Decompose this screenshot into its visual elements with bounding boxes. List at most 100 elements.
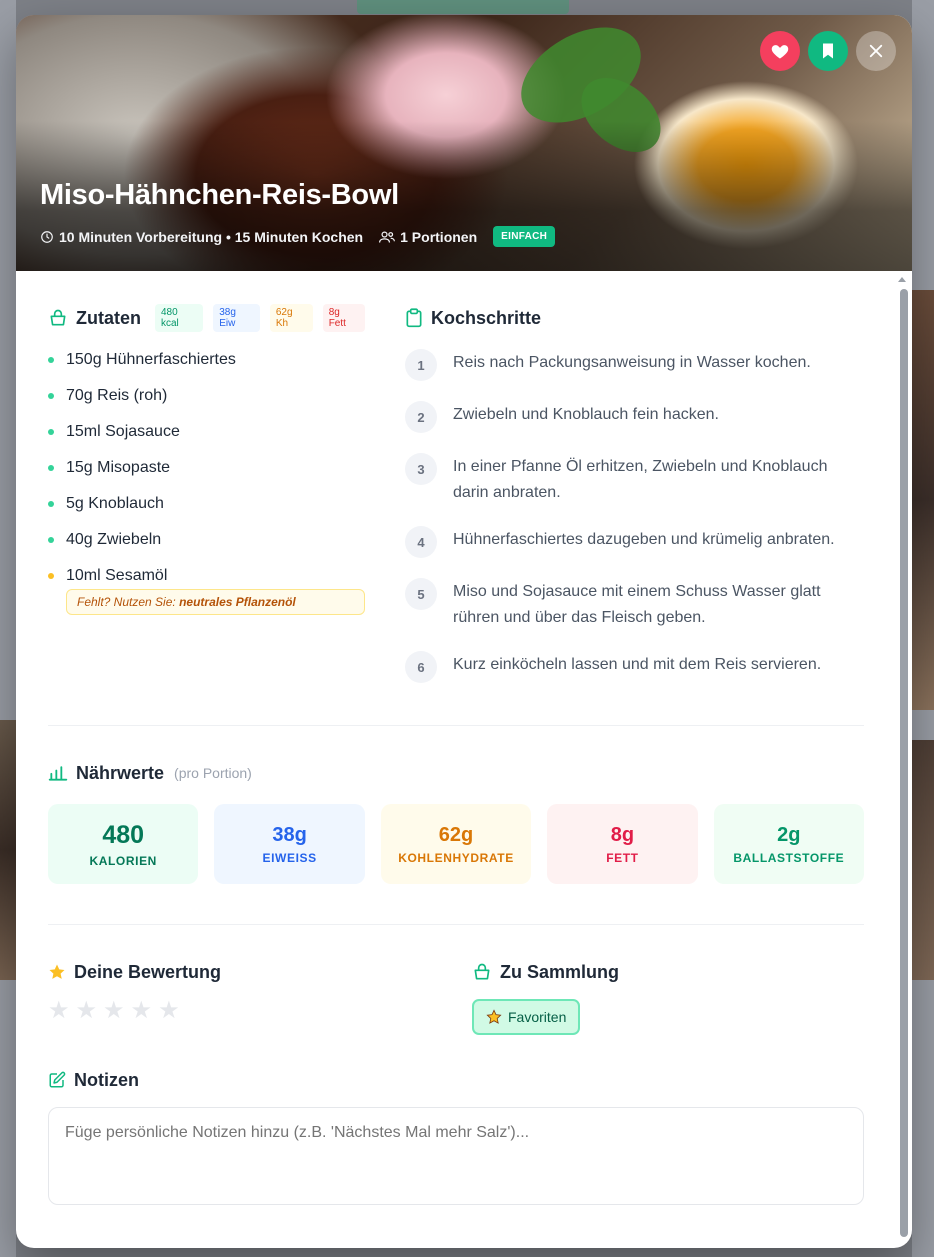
step-item: 2 Zwiebeln und Knoblauch fein hacken.: [405, 401, 864, 433]
ingredient-item: 15ml Sojasauce: [48, 421, 365, 457]
bullet-dot: [48, 501, 54, 507]
step-text: Zwiebeln und Knoblauch fein hacken.: [453, 406, 719, 423]
notes-section: Notizen: [48, 1035, 864, 1210]
bullet-dot: [48, 465, 54, 471]
step-text: Hühnerfaschiertes dazugeben und krümelig…: [453, 531, 835, 548]
time-text: 10 Minuten Vorbereitung • 15 Minuten Koc…: [59, 228, 364, 245]
nutrition-grid: 480 KALORIEN 38g EIWEISS 62g KOHLENHYDRA…: [48, 804, 865, 884]
step-text: Reis nach Packungsanweisung in Wasser ko…: [453, 354, 811, 371]
step-item: 1 Reis nach Packungsanweisung in Wasser …: [405, 349, 864, 381]
rating-star-1[interactable]: ★: [48, 999, 70, 1023]
edit-icon: [48, 1071, 66, 1089]
ingredient-text: 10ml Sesamöl: [66, 567, 168, 584]
calories-card: 480 KALORIEN: [48, 804, 199, 884]
scroll-up-arrow[interactable]: [898, 277, 906, 282]
rating-star-3[interactable]: ★: [103, 999, 125, 1023]
protein-chip: 38g Eiw: [213, 304, 260, 332]
step-number: 1: [405, 349, 437, 381]
protein-value: 38g: [272, 823, 307, 846]
protein-card: 38g EIWEISS: [214, 804, 365, 884]
ingredient-item-missing: 10ml Sesamöl: [48, 565, 365, 601]
ingredient-text: 70g Reis (roh): [66, 387, 168, 404]
favorites-collection-button[interactable]: Favoriten: [472, 999, 581, 1035]
time-info: 10 Minuten Vorbereitung • 15 Minuten Koc…: [40, 229, 363, 245]
ingredients-section: Zutaten 480 kcal 38g Eiw 62g Kh 8g Fett …: [48, 304, 365, 703]
step-text: In einer Pfanne Öl erhitzen, Zwiebeln un…: [453, 458, 828, 501]
calories-value: 480: [102, 820, 145, 849]
rating-star-4[interactable]: ★: [131, 999, 153, 1023]
protein-label: EIWEISS: [262, 850, 317, 865]
fiber-label: BALLASTSTOFFE: [733, 850, 845, 865]
step-number: 5: [405, 578, 437, 610]
fat-label: FETT: [606, 850, 639, 865]
step-item: 5 Miso und Sojasauce mit einem Schuss Wa…: [405, 578, 864, 631]
bookmark-button[interactable]: [808, 31, 848, 71]
ingredients-title: Zutaten: [76, 307, 141, 328]
clock-icon: [40, 230, 54, 244]
close-icon: [867, 42, 885, 60]
calories-label: KALORIEN: [89, 853, 157, 868]
ingredient-text: 5g Knoblauch: [66, 495, 164, 512]
step-item: 3 In einer Pfanne Öl erhitzen, Zwiebeln …: [405, 453, 864, 506]
favorite-button[interactable]: [760, 31, 800, 71]
bullet-dot: [48, 357, 54, 363]
step-number: 3: [405, 453, 437, 485]
heart-icon: [770, 41, 790, 61]
step-number: 4: [405, 526, 437, 558]
carbs-value: 62g: [438, 823, 474, 846]
close-button[interactable]: [856, 31, 896, 71]
ingredient-list: 150g Hühnerfaschiertes 70g Reis (roh) 15…: [48, 349, 365, 601]
ingredient-text: 15ml Sojasauce: [66, 423, 180, 440]
clipboard-icon: [405, 308, 423, 328]
users-icon: [379, 230, 396, 244]
collection-section: Zu Sammlung Favoriten: [472, 961, 619, 1035]
star-icon: [48, 963, 66, 981]
recipe-modal: Miso-Hähnchen-Reis-Bowl 10 Minuten Vorbe…: [16, 15, 912, 1248]
steps-title: Kochschritte: [431, 307, 542, 328]
bookmark-icon: [818, 41, 838, 61]
star-rating: ★ ★ ★ ★ ★: [48, 999, 472, 1023]
step-number: 6: [405, 651, 437, 683]
portions-info: 1 Portionen: [379, 229, 477, 245]
warning-dot: [48, 573, 54, 579]
fat-value: 8g: [610, 823, 635, 846]
step-list: 1 Reis nach Packungsanweisung in Wasser …: [405, 349, 864, 683]
step-item: 6 Kurz einköcheln lassen und mit dem Rei…: [405, 651, 864, 683]
bullet-dot: [48, 429, 54, 435]
background-image-right: [912, 290, 934, 710]
difficulty-badge: EINFACH: [493, 226, 556, 247]
notes-title: Notizen: [74, 1069, 139, 1090]
bar-chart-icon: [48, 763, 68, 783]
rating-star-2[interactable]: ★: [76, 999, 98, 1023]
scrollbar-thumb[interactable]: [900, 289, 908, 1237]
basket-icon: [48, 308, 68, 328]
ingredient-item: 15g Misopaste: [48, 457, 365, 493]
rating-star-5[interactable]: ★: [158, 999, 180, 1023]
hero-actions: [760, 31, 896, 71]
portions-text: 1 Portionen: [400, 228, 478, 245]
rating-section: Deine Bewertung ★ ★ ★ ★ ★: [48, 961, 472, 1035]
collection-title: Zu Sammlung: [500, 961, 620, 982]
background-image-left: [0, 720, 16, 980]
basket-icon: [472, 962, 492, 982]
fat-chip: 8g Fett: [322, 304, 365, 332]
background-image-right-lower: [912, 740, 934, 980]
fiber-value: 2g: [777, 823, 801, 846]
notes-textarea[interactable]: [48, 1107, 864, 1205]
ingredient-text: 15g Misopaste: [66, 459, 171, 476]
carbs-chip: 62g Kh: [269, 304, 313, 332]
kcal-chip: 480 kcal: [155, 304, 204, 332]
ingredient-text: 150g Hühnerfaschiertes: [66, 351, 236, 368]
fat-card: 8g FETT: [547, 804, 698, 884]
ingredient-item: 40g Zwiebeln: [48, 529, 365, 565]
carbs-card: 62g KOHLENHYDRATE: [380, 804, 532, 884]
carbs-label: KOHLENHYDRATE: [398, 850, 514, 865]
step-text: Miso und Sojasauce mit einem Schuss Wass…: [453, 583, 821, 626]
nutrition-subtitle: (pro Portion): [174, 765, 252, 781]
recipe-hero-image: Miso-Hähnchen-Reis-Bowl 10 Minuten Vorbe…: [16, 15, 912, 271]
ingredient-item: 5g Knoblauch: [48, 493, 365, 529]
rating-title: Deine Bewertung: [74, 961, 222, 982]
steps-section: Kochschritte 1 Reis nach Packungsanweisu…: [405, 307, 864, 703]
favorites-label: Favoriten: [508, 1009, 567, 1025]
step-number: 2: [405, 401, 437, 433]
